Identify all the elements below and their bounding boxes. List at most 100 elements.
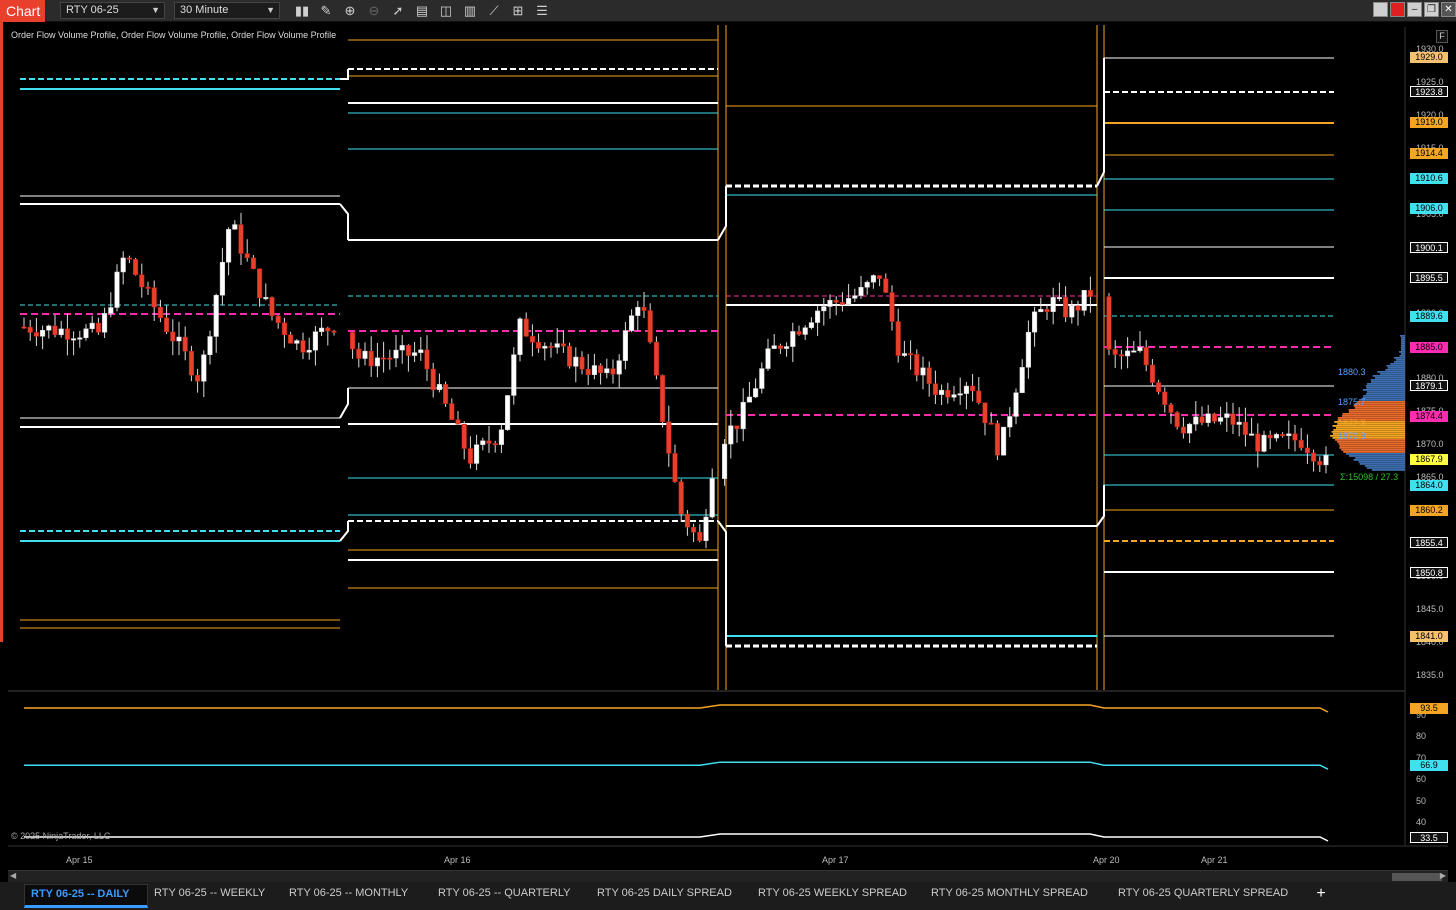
tab-quarterly[interactable]: RTY 06-25 -- QUARTERLY — [438, 884, 570, 908]
candle-body — [839, 302, 845, 305]
price-marker-tag: 1867.9 — [1410, 454, 1448, 466]
volume-profile-bar — [1362, 397, 1405, 399]
candle-body — [362, 350, 368, 359]
candle-body — [219, 262, 225, 296]
candle-body — [126, 257, 132, 260]
candle-body — [467, 448, 473, 464]
candle-body — [288, 334, 294, 344]
add-tab-button[interactable]: + — [1310, 884, 1332, 906]
volume-profile-bar — [1343, 451, 1405, 453]
scroll-left-icon[interactable]: ◀ — [10, 871, 16, 880]
candle-body — [1199, 416, 1205, 423]
candle-body — [796, 331, 802, 335]
oscillator-line-white — [24, 833, 1329, 842]
time-tick-label: Apr 20 — [1093, 855, 1120, 865]
candle-body — [449, 403, 455, 420]
volume-profile-bar — [1400, 335, 1405, 337]
volume-profile-bar — [1379, 373, 1405, 375]
horizontal-scrollbar[interactable]: ◀ ▶ — [8, 870, 1448, 882]
candle-body — [306, 349, 312, 353]
candle-body — [325, 327, 331, 332]
candle-body — [424, 349, 430, 370]
volume-profile-bar — [1363, 395, 1405, 397]
price-marker-tag: 1874.4 — [1410, 411, 1448, 423]
candle-body — [1323, 455, 1329, 466]
oscillator-tick-label: 80 — [1416, 731, 1427, 742]
tab-monthly-spread[interactable]: RTY 06-25 MONTHLY SPREAD — [931, 884, 1088, 908]
tab-weekly-spread[interactable]: RTY 06-25 WEEKLY SPREAD — [758, 884, 907, 908]
candle-body — [753, 388, 759, 398]
session-bracket — [339, 203, 349, 240]
price-chart-canvas[interactable] — [0, 0, 1456, 870]
candle-body — [1211, 413, 1217, 422]
candle-body — [114, 271, 120, 308]
candle-body — [864, 281, 870, 288]
candle-body — [1205, 413, 1211, 423]
candle-body — [263, 297, 269, 300]
candle-body — [170, 331, 176, 342]
candle-body — [833, 300, 839, 303]
candle-body — [939, 389, 945, 395]
candle-body — [771, 345, 777, 349]
volume-profile-bar — [1358, 461, 1405, 463]
price-tick-label: 1835.0 — [1416, 670, 1444, 680]
copyright-text: © 2025 NinjaTrader, LLC — [11, 831, 111, 841]
candle-body — [1230, 413, 1236, 425]
candle-body — [331, 330, 337, 333]
candle-body — [920, 367, 926, 376]
price-marker-tag: 1855.4 — [1410, 536, 1448, 548]
candle-body — [188, 350, 194, 376]
price-marker-tag: 1879.1 — [1410, 380, 1448, 392]
candle-body — [58, 328, 64, 336]
candle-body — [393, 349, 399, 359]
f-button[interactable]: F — [1436, 30, 1448, 43]
candle-body — [257, 268, 263, 299]
candle-body — [691, 526, 697, 533]
candle-body — [647, 310, 653, 343]
candle-body — [300, 340, 306, 353]
tab-monthly[interactable]: RTY 06-25 -- MONTHLY — [289, 884, 408, 908]
candle-body — [901, 353, 907, 356]
volume-profile-bar — [1370, 381, 1405, 383]
tab-daily[interactable]: RTY 06-25 -- DAILY — [24, 884, 148, 908]
price-marker-tag: 1910.6 — [1410, 172, 1448, 184]
candle-body — [672, 453, 678, 483]
time-tick-label: Apr 15 — [66, 855, 93, 865]
candle-body — [808, 322, 814, 328]
candle-body — [1007, 416, 1013, 428]
tab-daily-spread[interactable]: RTY 06-25 DAILY SPREAD — [597, 884, 732, 908]
candle-body — [542, 345, 548, 349]
candle-body — [133, 259, 139, 276]
candle-body — [982, 402, 988, 424]
candle-body — [312, 331, 318, 351]
candle-body — [815, 310, 821, 323]
tab-quarterly-spread[interactable]: RTY 06-25 QUARTERLY SPREAD — [1118, 884, 1288, 908]
volume-profile-label: 1880.3 — [1338, 367, 1366, 377]
price-marker-tag: 1906.0 — [1410, 203, 1448, 215]
volume-profile-bar — [1386, 365, 1405, 367]
volume-profile-bar — [1374, 377, 1405, 379]
candle-body — [635, 306, 641, 316]
tab-weekly[interactable]: RTY 06-25 -- WEEKLY — [154, 884, 265, 908]
candle-body — [666, 421, 672, 454]
candle-body — [1032, 311, 1038, 333]
oscillator-tick-label: 40 — [1416, 817, 1427, 828]
candle-body — [523, 318, 529, 337]
candle-body — [250, 257, 256, 270]
volume-profile-bar — [1355, 457, 1405, 459]
candle-body — [1038, 308, 1044, 313]
candle-body — [1255, 433, 1261, 452]
candle-body — [1013, 392, 1019, 417]
candle-body — [1001, 426, 1007, 456]
volume-profile-bar — [1358, 399, 1405, 401]
candle-body — [740, 401, 746, 430]
candle-body — [951, 394, 957, 398]
candle-body — [610, 368, 616, 375]
candle-body — [579, 356, 585, 370]
candle-body — [697, 532, 703, 541]
oscillator-marker-tag: 66.9 — [1410, 760, 1448, 772]
scroll-thumb[interactable] — [1392, 873, 1442, 881]
candle-body — [21, 326, 27, 329]
scroll-right-icon[interactable]: ▶ — [1440, 871, 1446, 880]
chart-tabs-bar: RTY 06-25 -- DAILY RTY 06-25 -- WEEKLY R… — [0, 882, 1456, 910]
